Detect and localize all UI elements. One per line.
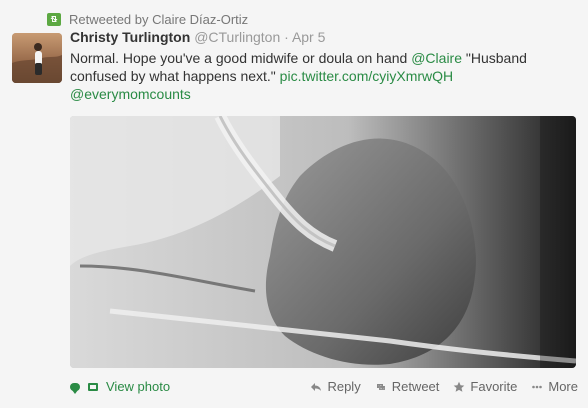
photo-link[interactable]: pic.twitter.com/cyiyXmrwQH [280, 68, 453, 84]
tweet-header: Christy Turlington @CTurlington · Apr 5 [70, 29, 325, 45]
retweet-context: Retweeted by Claire Díaz-Ortiz [47, 11, 248, 27]
tweet-photo[interactable] [70, 116, 576, 368]
star-icon [453, 381, 465, 393]
more-icon [531, 381, 543, 393]
photo-illustration [70, 116, 576, 368]
display-name[interactable]: Christy Turlington [70, 29, 190, 45]
tweet-actions: Reply Retweet Favorite More [296, 379, 578, 394]
tweet-text-part-1: Normal. Hope you've a good midwife or do… [70, 50, 412, 66]
hashtag-link[interactable]: @everymomcounts [70, 86, 191, 102]
more-label[interactable]: More [548, 379, 578, 394]
favorite-label[interactable]: Favorite [470, 379, 517, 394]
tweet-footer: View photo Reply Retweet Favorite More [70, 379, 578, 397]
mention-link[interactable]: @Claire [411, 50, 462, 66]
retweet-label: Retweeted by Claire Díaz-Ortiz [69, 11, 249, 27]
more-action[interactable]: More [531, 379, 578, 394]
tweet-text: Normal. Hope you've a good midwife or do… [70, 49, 570, 103]
avatar[interactable] [12, 33, 62, 83]
username[interactable]: @CTurlington [194, 29, 280, 45]
timestamp[interactable]: Apr 5 [292, 29, 325, 45]
reply-action[interactable]: Reply [310, 379, 361, 394]
photo-icon [88, 382, 98, 391]
favorite-action[interactable]: Favorite [453, 379, 517, 394]
retweet-action-icon [375, 381, 387, 393]
separator: · [284, 29, 289, 45]
retweet-icon [47, 12, 61, 26]
reply-label[interactable]: Reply [327, 379, 360, 394]
conversation-icon [70, 382, 80, 394]
reply-icon [310, 381, 322, 393]
retweet-action[interactable]: Retweet [375, 379, 440, 394]
view-photo-button[interactable]: View photo [70, 379, 170, 394]
view-photo-label[interactable]: View photo [106, 379, 170, 394]
tweet[interactable]: Retweeted by Claire Díaz-Ortiz Christy T… [0, 0, 588, 408]
retweet-label-action[interactable]: Retweet [392, 379, 440, 394]
